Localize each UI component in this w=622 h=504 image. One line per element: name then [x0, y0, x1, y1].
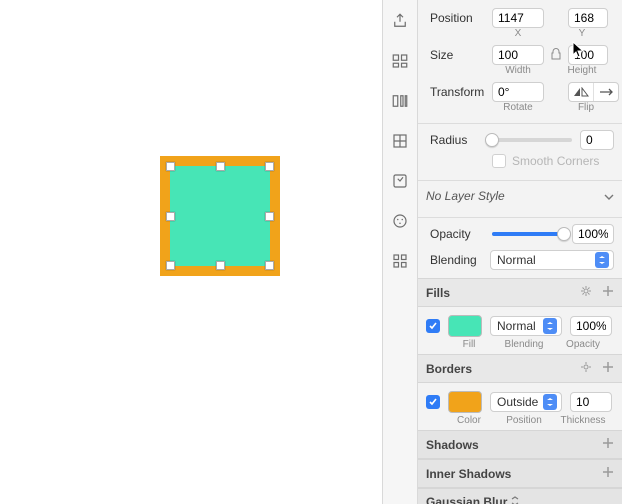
section-fills-header[interactable]: Fills	[418, 278, 622, 307]
blending-value: Normal	[497, 253, 536, 267]
appearance-icon[interactable]	[389, 210, 411, 232]
add-icon[interactable]	[602, 285, 614, 300]
flip-horizontal-button[interactable]	[569, 83, 593, 101]
sublabel-rotate: Rotate	[492, 102, 544, 113]
section-inner-shadows-header[interactable]: Inner Shadows	[418, 459, 622, 488]
flip-vertical-button[interactable]	[593, 83, 618, 101]
border-position-value: Outside	[497, 395, 538, 409]
border-enabled-checkbox[interactable]	[426, 395, 440, 409]
label-smooth-corners: Smooth Corners	[512, 154, 599, 168]
resize-handle-e[interactable]	[265, 212, 274, 221]
section-gaussian-blur-header[interactable]: Gaussian Blur	[418, 488, 622, 504]
sublabel-fill: Fill	[450, 339, 488, 350]
radius-input[interactable]	[580, 130, 614, 150]
rotate-input[interactable]	[492, 82, 544, 102]
sublabel-y: Y	[562, 28, 602, 39]
sublabel-color: Color	[450, 415, 488, 426]
layer-style-dropdown[interactable]: No Layer Style	[418, 181, 622, 211]
layer-style-label: No Layer Style	[426, 189, 505, 203]
label-blending: Blending	[430, 253, 490, 267]
radius-slider[interactable]	[492, 138, 572, 142]
inspector-tabstrip	[382, 0, 418, 504]
position-x-input[interactable]	[492, 8, 544, 28]
section-fills-label: Fills	[426, 286, 450, 300]
fill-blend-select[interactable]: Normal	[490, 316, 562, 336]
size-width-input[interactable]	[492, 45, 544, 65]
gear-icon[interactable]	[580, 361, 592, 376]
section-borders-header[interactable]: Borders	[418, 354, 622, 383]
section-gaussian-blur-label: Gaussian Blur	[426, 495, 507, 504]
select-caret-icon	[595, 252, 609, 268]
add-icon[interactable]	[602, 361, 614, 376]
label-radius: Radius	[430, 133, 484, 147]
tidy-icon[interactable]	[389, 90, 411, 112]
fill-blend-value: Normal	[497, 319, 536, 333]
border-thickness-input[interactable]	[570, 392, 612, 412]
resize-handle-nw[interactable]	[166, 162, 175, 171]
label-size: Size	[430, 48, 492, 62]
sublabel-fill-blending: Blending	[488, 339, 560, 350]
section-inner-shadows-label: Inner Shadows	[426, 467, 511, 481]
label-transform: Transform	[430, 85, 492, 99]
chevron-down-icon	[604, 191, 614, 201]
resize-handle-se[interactable]	[265, 261, 274, 270]
style-icon[interactable]	[389, 170, 411, 192]
sublabel-height: Height	[562, 65, 602, 76]
opacity-input[interactable]	[572, 224, 614, 244]
resize-handle-ne[interactable]	[265, 162, 274, 171]
resize-handle-s[interactable]	[216, 261, 225, 270]
resize-handle-n[interactable]	[216, 162, 225, 171]
resize-handle-w[interactable]	[166, 212, 175, 221]
size-height-input[interactable]	[568, 45, 608, 65]
canvas[interactable]	[0, 0, 382, 504]
sublabel-x: X	[492, 28, 544, 39]
select-caret-icon	[543, 318, 557, 334]
add-icon[interactable]	[602, 437, 614, 452]
fill-color-swatch[interactable]	[448, 315, 482, 337]
section-shadows-label: Shadows	[426, 438, 479, 452]
sublabel-flip: Flip	[562, 102, 610, 113]
border-color-swatch[interactable]	[448, 391, 482, 413]
inspector-panel: Position X Y Size	[418, 0, 622, 504]
share-icon[interactable]	[389, 10, 411, 32]
flip-group	[568, 82, 619, 102]
chevron-updown-icon	[511, 495, 519, 504]
blending-select[interactable]: Normal	[490, 250, 614, 270]
position-y-input[interactable]	[568, 8, 608, 28]
select-caret-icon	[543, 394, 557, 410]
grid-icon[interactable]	[389, 250, 411, 272]
gear-icon[interactable]	[580, 285, 592, 300]
selected-rectangle-shape[interactable]	[160, 156, 280, 276]
sublabel-border-position: Position	[488, 415, 560, 426]
fill-enabled-checkbox[interactable]	[426, 319, 440, 333]
sublabel-fill-opacity: Opacity	[560, 339, 606, 350]
opacity-slider[interactable]	[492, 232, 564, 236]
border-position-select[interactable]: Outside	[490, 392, 562, 412]
resize-handle-sw[interactable]	[166, 261, 175, 270]
fill-opacity-input[interactable]	[570, 316, 612, 336]
label-opacity: Opacity	[430, 227, 484, 241]
alignment-icon[interactable]	[389, 50, 411, 72]
sublabel-width: Width	[492, 65, 544, 76]
lock-aspect-icon[interactable]	[550, 48, 562, 63]
add-icon[interactable]	[602, 466, 614, 481]
smooth-corners-checkbox[interactable]	[492, 154, 506, 168]
label-position: Position	[430, 11, 492, 25]
section-shadows-header[interactable]: Shadows	[418, 430, 622, 459]
sublabel-thickness: Thickness	[560, 415, 606, 426]
section-borders-label: Borders	[426, 362, 472, 376]
resize-constraints-icon[interactable]	[389, 130, 411, 152]
